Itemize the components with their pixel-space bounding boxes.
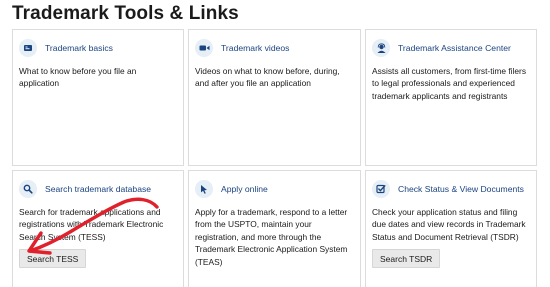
checkbox-icon xyxy=(372,180,390,198)
search-trademark-database-link[interactable]: Search trademark database xyxy=(45,184,151,194)
card-header: Search trademark database xyxy=(19,180,177,198)
card-header: Apply online xyxy=(195,180,354,198)
trademark-videos-link[interactable]: Trademark videos xyxy=(221,43,289,53)
video-camera-icon xyxy=(195,39,213,57)
search-tess-button[interactable]: Search TESS xyxy=(19,249,87,268)
card-trademark-basics: Trademark basics What to know before you… xyxy=(12,29,184,166)
search-icon xyxy=(19,180,37,198)
document-icon xyxy=(19,39,37,57)
mouse-pointer-icon xyxy=(195,180,213,198)
tools-grid: Trademark basics What to know before you… xyxy=(12,29,538,287)
card-search-trademark-database: Search trademark database Search for tra… xyxy=(12,170,184,287)
trademark-assistance-center-link[interactable]: Trademark Assistance Center xyxy=(398,43,511,53)
card-description: Apply for a trademark, respond to a lett… xyxy=(195,207,348,267)
check-status-link[interactable]: Check Status & View Documents xyxy=(398,184,524,194)
apply-online-link[interactable]: Apply online xyxy=(221,184,268,194)
card-description: Search for trademark applications and re… xyxy=(19,207,164,242)
card-header: Check Status & View Documents xyxy=(372,180,530,198)
card-header: Trademark Assistance Center xyxy=(372,39,530,57)
support-person-icon xyxy=(372,39,390,57)
card-check-status: Check Status & View Documents Check your… xyxy=(365,170,537,287)
card-header: Trademark videos xyxy=(195,39,354,57)
card-description: Check your application status and filing… xyxy=(372,207,526,242)
trademark-basics-link[interactable]: Trademark basics xyxy=(45,43,113,53)
card-description: Assists all customers, from first-time f… xyxy=(372,66,527,101)
card-apply-online: Apply online Apply for a trademark, resp… xyxy=(188,170,361,287)
search-tsdr-button[interactable]: Search TSDR xyxy=(372,249,441,268)
card-trademark-assistance-center: Trademark Assistance Center Assists all … xyxy=(365,29,537,166)
card-description: Videos on what to know before, during, a… xyxy=(195,66,340,89)
card-description: What to know before you file an applicat… xyxy=(19,66,137,89)
page-title: Trademark Tools & Links xyxy=(12,3,239,24)
card-trademark-videos: Trademark videos Videos on what to know … xyxy=(188,29,361,166)
card-header: Trademark basics xyxy=(19,39,177,57)
